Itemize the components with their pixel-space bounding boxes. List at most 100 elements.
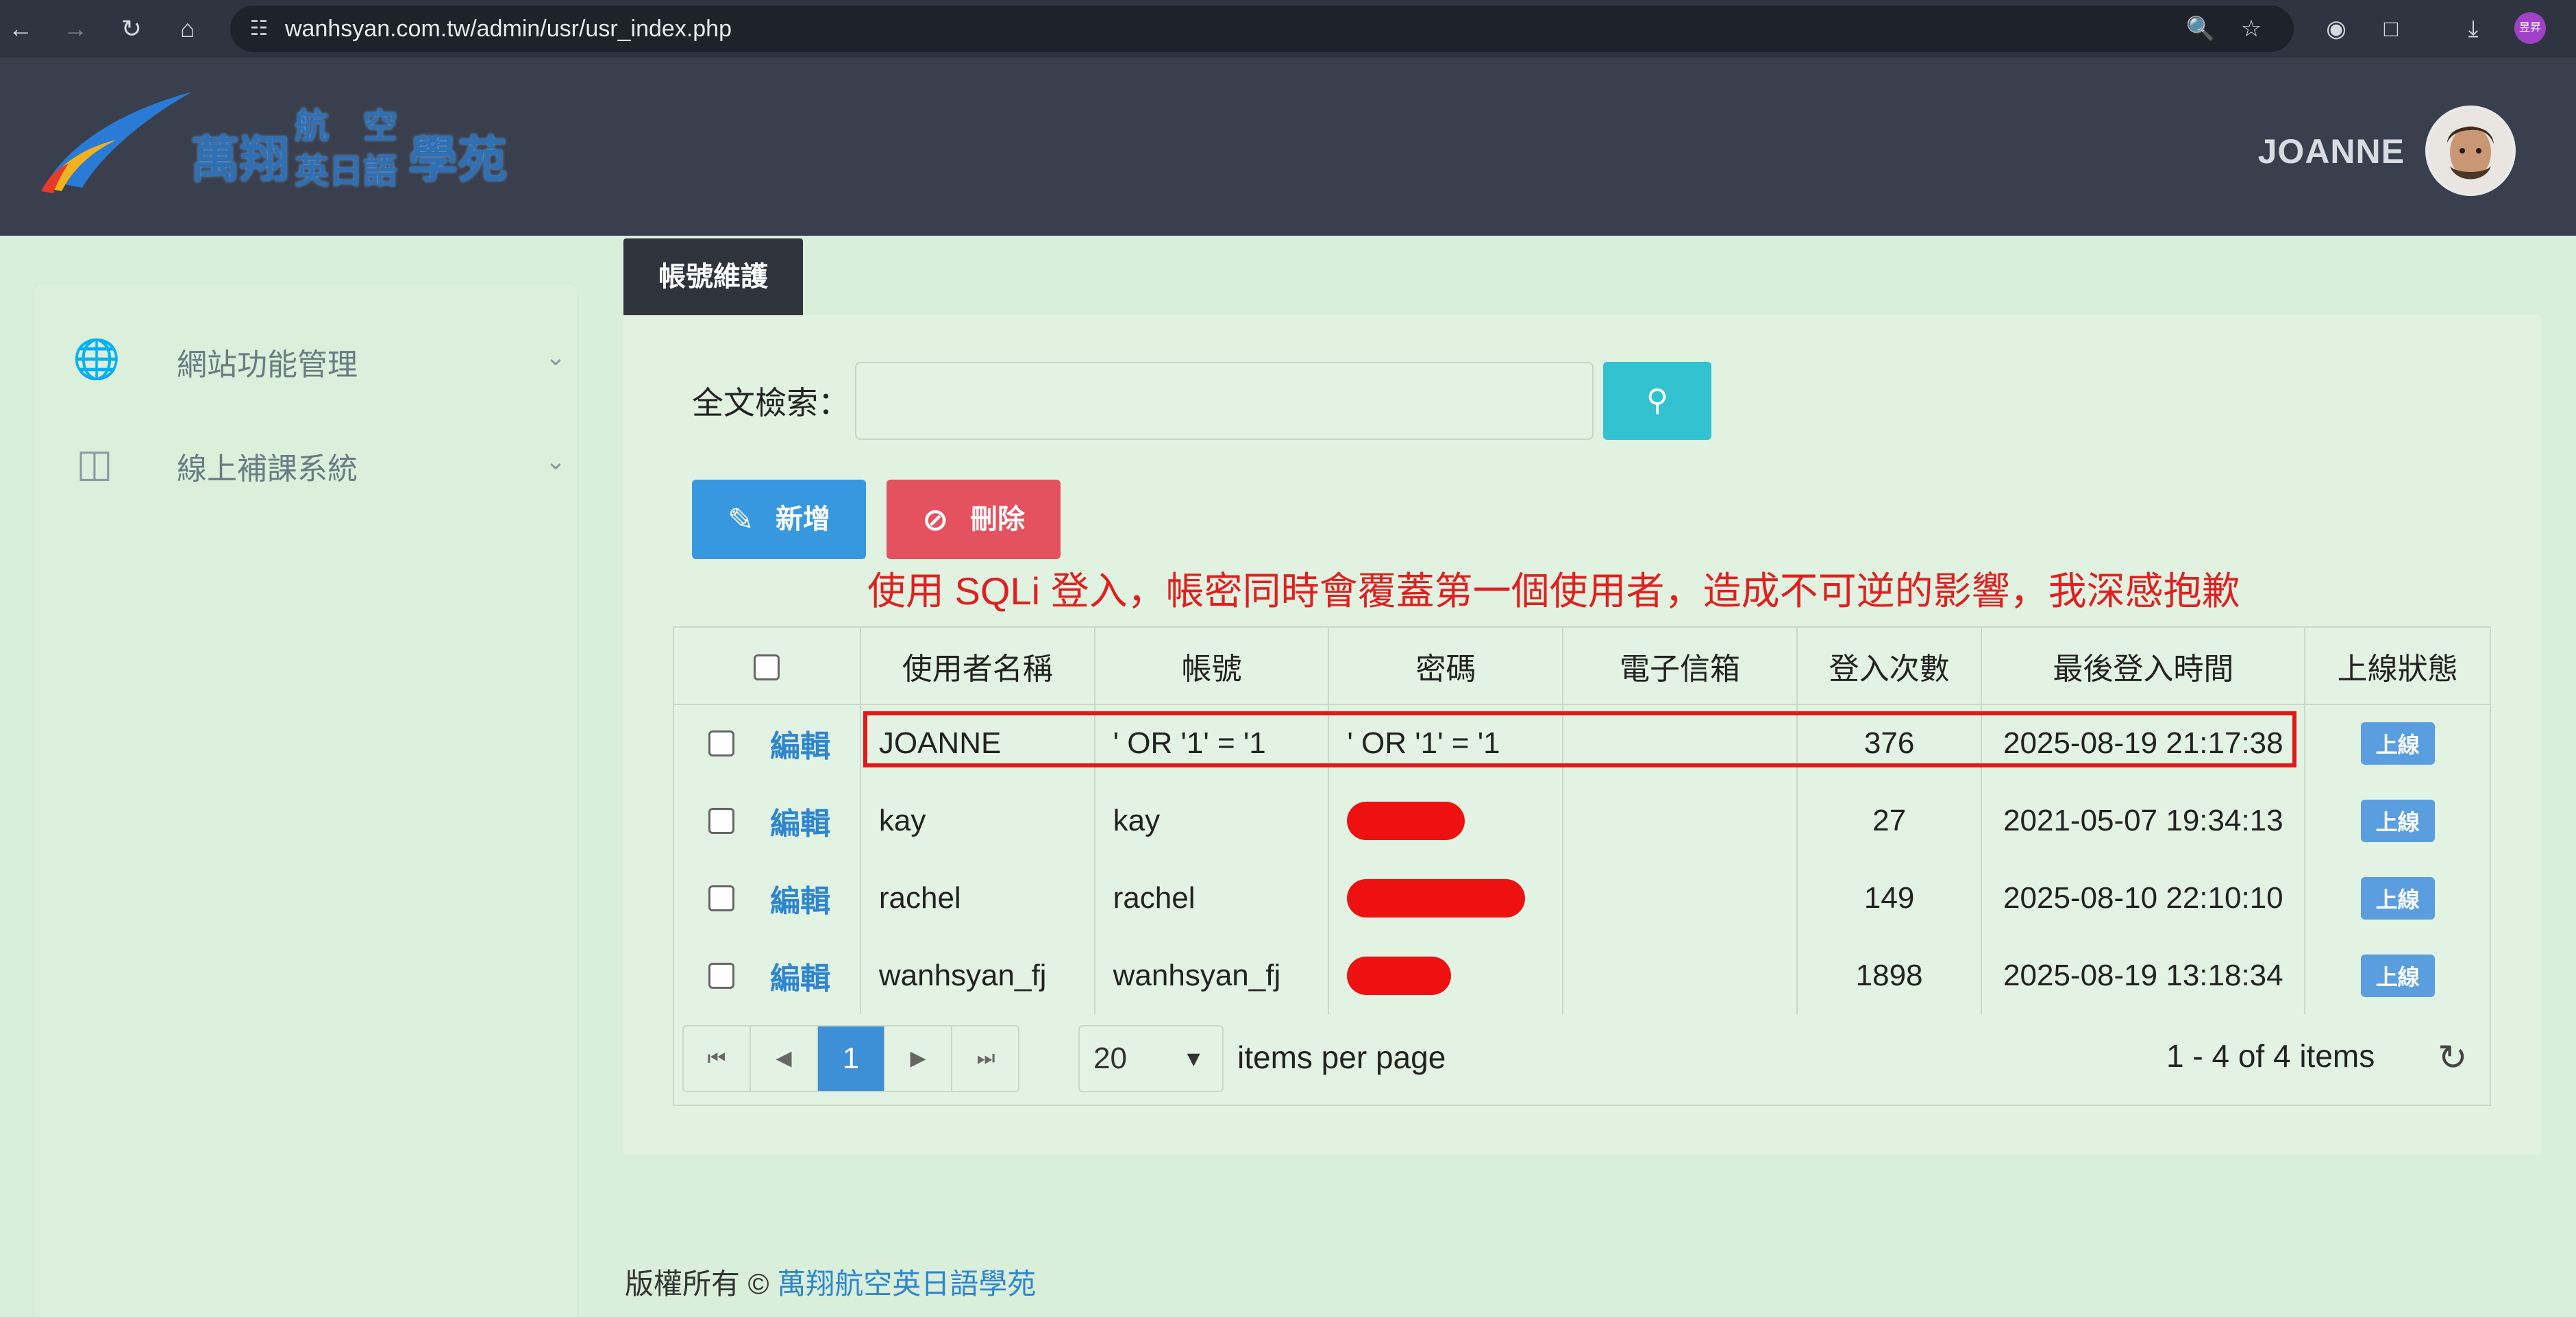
- cell-email: [1563, 704, 1798, 782]
- home-icon[interactable]: ⌂: [169, 10, 207, 48]
- cell-password: [1328, 859, 1564, 937]
- last-page-icon[interactable]: ⏭: [952, 1026, 1019, 1091]
- cell-email: [1563, 782, 1798, 859]
- cell-status: 上線: [2305, 782, 2490, 859]
- ban-icon: ⊘: [922, 502, 949, 537]
- edit-square-icon: ✎: [728, 502, 754, 537]
- footer-copyright: 版權所有 © 萬翔航空英日語學苑: [625, 1261, 1036, 1303]
- row-checkbox[interactable]: [708, 807, 734, 834]
- edit-link[interactable]: 編輯: [770, 885, 830, 918]
- add-button[interactable]: ✎ 新增: [692, 480, 866, 559]
- back-icon[interactable]: ←: [1, 10, 40, 48]
- select-all-cell: [674, 628, 861, 705]
- zoom-icon[interactable]: 🔍: [2184, 12, 2217, 45]
- site-info-icon[interactable]: ☷: [243, 12, 275, 45]
- first-page-icon[interactable]: ⏮: [684, 1026, 751, 1091]
- column-header[interactable]: 登入次數: [1796, 628, 1983, 705]
- url-text[interactable]: wanhsyan.com.tw/admin/usr/usr_index.php: [285, 5, 732, 52]
- row-checkbox[interactable]: [708, 962, 734, 989]
- page-size-value: 20: [1093, 1042, 1127, 1075]
- cell-account: kay: [1094, 782, 1330, 859]
- user-avatar[interactable]: [2425, 106, 2516, 196]
- cell-account: rachel: [1094, 859, 1330, 937]
- logo-text-2a: 航: [295, 106, 329, 146]
- profile-avatar[interactable]: 昱昇: [2514, 12, 2546, 44]
- forward-icon[interactable]: →: [56, 10, 95, 48]
- status-badge[interactable]: 上線: [2360, 876, 2435, 920]
- next-page-icon[interactable]: ▶: [885, 1026, 952, 1091]
- search-label: 全文檢索：: [692, 385, 850, 421]
- sidebar-item-label: 線上補課系統: [177, 452, 358, 486]
- cell-last-login: 2025-08-19 13:18:34: [1981, 937, 2306, 1014]
- delete-button[interactable]: ⊘ 刪除: [887, 480, 1061, 559]
- sidebar-item-label: 網站功能管理: [177, 348, 358, 382]
- logo-text-3: 英日語: [295, 151, 397, 191]
- logo-text-2b: 空: [363, 106, 397, 146]
- cell-account: ' OR '1' = '1: [1094, 704, 1330, 782]
- header-user-name[interactable]: JOANNE: [2258, 132, 2405, 171]
- add-button-label: 新增: [776, 504, 830, 534]
- download-icon[interactable]: ⤓: [2454, 10, 2492, 48]
- tab-account-maintenance[interactable]: 帳號維護: [623, 238, 803, 315]
- prev-page-icon[interactable]: ◀: [751, 1026, 818, 1091]
- cell-email: [1563, 859, 1798, 937]
- redaction-scribble: [1347, 801, 1465, 840]
- cell-login-count: 27: [1796, 782, 1983, 859]
- status-badge[interactable]: 上線: [2360, 799, 2435, 842]
- cell-password: ' OR '1' = '1: [1328, 704, 1564, 782]
- url-path: /admin/usr/usr_index.php: [470, 16, 732, 42]
- cell-last-login: 2025-08-19 21:17:38: [1981, 704, 2306, 782]
- cell-last-login: 2021-05-07 19:34:13: [1981, 782, 2306, 859]
- search-button[interactable]: ⚲: [1603, 362, 1711, 440]
- red-annotation-text: 使用 SQLi 登入，帳密同時會覆蓋第一個使用者，造成不可逆的影響，我深感抱歉: [867, 569, 2240, 613]
- chevron-down-icon: ⌄: [545, 447, 566, 475]
- edit-link[interactable]: 編輯: [770, 807, 830, 841]
- row-select-cell: 編輯: [674, 704, 861, 782]
- column-header[interactable]: 密碼: [1328, 628, 1564, 705]
- bookmark-star-icon[interactable]: ☆: [2235, 12, 2268, 45]
- item-count-text: 1 - 4 of 4 items: [2166, 1038, 2375, 1074]
- page-size-select[interactable]: 20 ▼: [1078, 1025, 1224, 1092]
- cell-login-count: 149: [1796, 859, 1983, 937]
- logo-text-1: 萬翔: [190, 130, 290, 188]
- cell-login-count: 376: [1796, 704, 1983, 782]
- edit-link[interactable]: 編輯: [770, 730, 830, 763]
- reload-icon[interactable]: ↻: [112, 10, 151, 48]
- refresh-icon[interactable]: ↻: [2438, 1037, 2468, 1079]
- globe-icon: 🌐: [73, 337, 121, 380]
- copyright-text: 版權所有 ©: [625, 1268, 778, 1300]
- edit-link[interactable]: 編輯: [770, 962, 830, 996]
- column-header[interactable]: 帳號: [1094, 628, 1330, 705]
- logo-text-4: 學苑: [408, 130, 508, 188]
- sidebar: 🌐 網站功能管理 ⌄ ◫ 線上補課系統 ⌄: [34, 284, 577, 1317]
- footer-org-link[interactable]: 萬翔航空英日語學苑: [777, 1268, 1036, 1300]
- cell-name: wanhsyan_fj: [860, 937, 1095, 1014]
- page-number-current[interactable]: 1: [818, 1026, 885, 1091]
- chevron-down-icon: ⌄: [545, 343, 566, 371]
- items-per-page-label: items per page: [1237, 1039, 1446, 1075]
- extension-icon[interactable]: ◉: [2317, 10, 2355, 48]
- sidebar-item-site-management[interactable]: 🌐 網站功能管理 ⌄: [73, 332, 566, 386]
- sidebar-item-online-makeup[interactable]: ◫ 線上補課系統 ⌄: [73, 436, 566, 491]
- cell-status: 上線: [2305, 859, 2490, 937]
- avatar-portrait-icon: [2428, 108, 2513, 193]
- extensions-puzzle-icon[interactable]: □: [2372, 10, 2410, 48]
- status-badge[interactable]: 上線: [2360, 722, 2435, 765]
- status-badge[interactable]: 上線: [2360, 954, 2435, 997]
- column-header[interactable]: 使用者名稱: [860, 628, 1095, 705]
- url-host: wanhsyan.com.tw: [285, 16, 471, 42]
- column-header[interactable]: 上線狀態: [2305, 628, 2490, 705]
- column-header[interactable]: 最後登入時間: [1981, 628, 2306, 705]
- search-input[interactable]: [855, 362, 1594, 440]
- table-header-row: 使用者名稱 帳號 密碼 電子信箱 登入次數 最後登入時間 上線狀態: [674, 628, 2490, 705]
- select-all-checkbox[interactable]: [754, 654, 780, 680]
- site-logo[interactable]: 萬翔 航 空 英日語 學苑: [41, 85, 521, 215]
- row-checkbox[interactable]: [708, 885, 734, 911]
- cell-account: wanhsyan_fj: [1094, 937, 1330, 1014]
- column-header[interactable]: 電子信箱: [1563, 628, 1798, 705]
- row-select-cell: 編輯: [674, 859, 861, 937]
- row-checkbox[interactable]: [708, 730, 734, 756]
- table-row: 編輯 rachel rachel 149 2025-08-10 22:10:10…: [674, 859, 2490, 937]
- address-bar[interactable]: ☷ wanhsyan.com.tw/admin/usr/usr_index.ph…: [230, 5, 2294, 52]
- cell-password: [1328, 937, 1564, 1014]
